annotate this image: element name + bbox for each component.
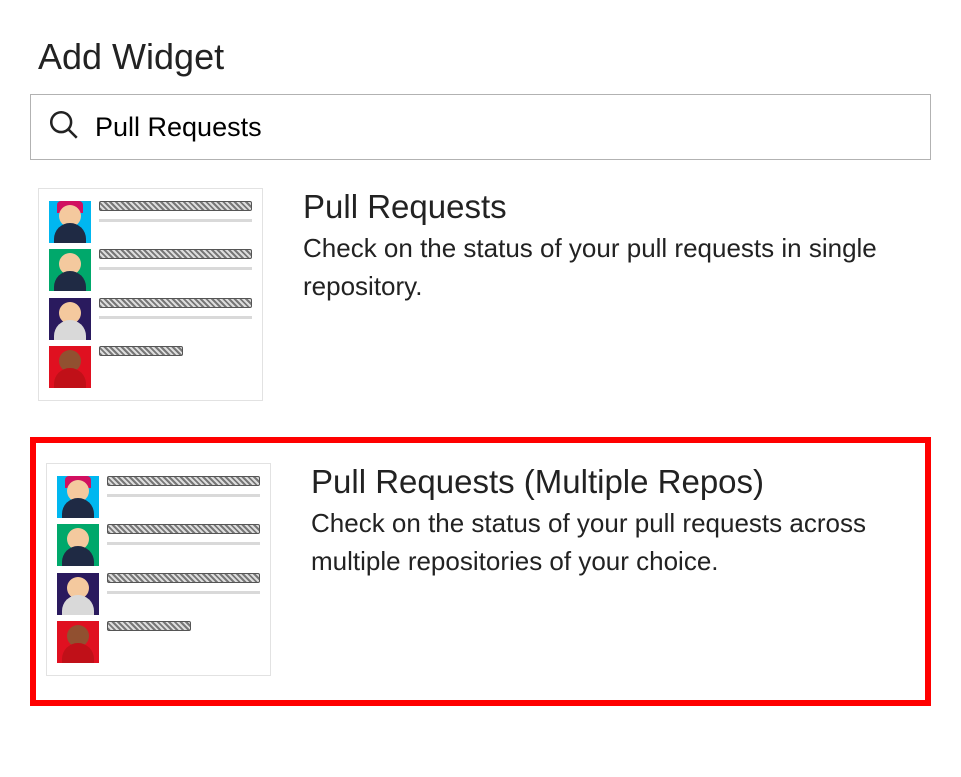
search-box[interactable] (30, 94, 931, 160)
widget-description: Check on the status of your pull request… (303, 230, 923, 305)
widget-item-pull-requests-multiple-repos[interactable]: Pull Requests (Multiple Repos) Check on … (30, 437, 931, 706)
avatar-icon (57, 524, 99, 566)
widget-item-pull-requests[interactable]: Pull Requests Check on the status of you… (30, 180, 931, 409)
avatar-icon (49, 298, 91, 340)
avatar-icon (57, 476, 99, 518)
widget-title: Pull Requests (Multiple Repos) (311, 463, 915, 501)
avatar-icon (49, 346, 91, 388)
widget-title: Pull Requests (303, 188, 923, 226)
avatar-icon (49, 201, 91, 243)
page-title: Add Widget (38, 36, 931, 78)
search-icon (47, 108, 81, 147)
widget-list: Pull Requests Check on the status of you… (30, 180, 931, 706)
widget-description: Check on the status of your pull request… (311, 505, 915, 580)
avatar-icon (57, 573, 99, 615)
search-input[interactable] (95, 112, 914, 143)
avatar-icon (57, 621, 99, 663)
widget-thumbnail (38, 188, 263, 401)
widget-thumbnail (46, 463, 271, 676)
avatar-icon (49, 249, 91, 291)
